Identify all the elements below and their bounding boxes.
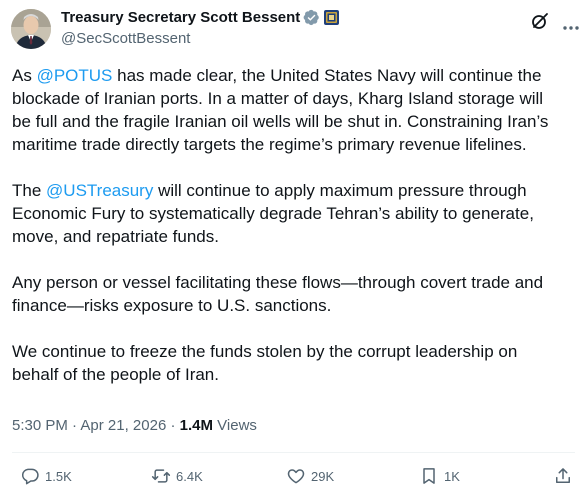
divider <box>12 452 575 453</box>
tweet-paragraph: Any person or vessel facilitating these … <box>12 271 574 317</box>
tweet-text-segment: has made clear, the United States Navy w… <box>112 66 542 85</box>
meta-separator: · <box>67 417 81 434</box>
tweet-paragraph: The @USTreasury will continue to apply m… <box>12 179 574 248</box>
avatar-image <box>11 9 51 49</box>
tweet-text-line: Economic Fury to systematically degrade … <box>12 204 534 223</box>
bookmark-button[interactable]: 1K <box>419 466 460 486</box>
mention-link-potus[interactable]: @POTUS <box>37 66 113 85</box>
treasury-seal-icon[interactable] <box>324 10 340 25</box>
tweet-text-line: maritime trade directly targets the regi… <box>12 135 527 154</box>
tweet-text-segment: The <box>12 181 47 200</box>
reply-icon <box>21 468 39 485</box>
repost-count: 6.4K <box>176 468 203 484</box>
views-label: Views <box>213 417 257 434</box>
tweet-text-line: Any person or vessel facilitating these … <box>12 273 544 292</box>
tweet-paragraph: We continue to freeze the funds stolen b… <box>12 340 574 386</box>
avatar[interactable] <box>11 9 51 49</box>
repost-button[interactable]: 6.4K <box>151 466 203 486</box>
meta-separator: · <box>166 417 180 434</box>
share-button[interactable] <box>553 466 573 486</box>
tweet-header: Treasury Secretary Scott Bessent @SecSco… <box>0 0 587 60</box>
mention-link-ustreasury[interactable]: @USTreasury <box>46 181 153 200</box>
tweet-text-line: blockade of Iranian ports. In a matter o… <box>12 89 544 108</box>
bookmark-count: 1K <box>444 468 460 484</box>
bookmark-icon <box>423 468 435 484</box>
tweet-text-line: finance—risks exposure to U.S. sanctions… <box>12 296 332 315</box>
reply-count: 1.5K <box>45 468 72 484</box>
tweet-text-line: move, and repatriate funds. <box>12 227 219 246</box>
views-count[interactable]: 1.4M <box>180 417 213 434</box>
heart-icon <box>287 469 305 484</box>
repost-icon <box>151 469 171 483</box>
tweet-text-line: We continue to freeze the funds stolen b… <box>12 342 518 361</box>
reply-button[interactable]: 1.5K <box>20 466 72 486</box>
tweet-date[interactable]: Apr 21, 2026 <box>80 417 166 434</box>
tweet-text-line: behalf of the people of Iran. <box>12 365 219 384</box>
tweet-time[interactable]: 5:30 PM <box>12 417 68 434</box>
like-button[interactable]: 29K <box>286 466 334 486</box>
tweet-text: As @POTUS has made clear, the United Sta… <box>12 64 574 409</box>
tweet-paragraph: As @POTUS has made clear, the United Sta… <box>12 64 574 156</box>
share-icon <box>556 468 570 483</box>
verified-badge-icon[interactable] <box>303 9 320 26</box>
tweet-text-segment: As <box>12 66 37 85</box>
tweet-text-segment: will continue to apply maximum pressure … <box>153 181 527 200</box>
tweet-text-line: be full and the fragile Iranian oil well… <box>12 112 549 131</box>
like-count: 29K <box>311 468 335 484</box>
more-icon[interactable] <box>563 18 579 30</box>
action-bar: 1.5K 6.4K 29K 1K <box>0 466 587 496</box>
tweet-meta: 5:30 PM · Apr 21, 2026 · 1.4M Views <box>12 417 257 434</box>
author-display-name[interactable]: Treasury Secretary Scott Bessent <box>61 9 300 26</box>
grok-icon[interactable] <box>531 12 549 30</box>
author-handle[interactable]: @SecScottBessent <box>61 30 190 47</box>
author-name-line: Treasury Secretary Scott Bessent <box>61 9 340 26</box>
